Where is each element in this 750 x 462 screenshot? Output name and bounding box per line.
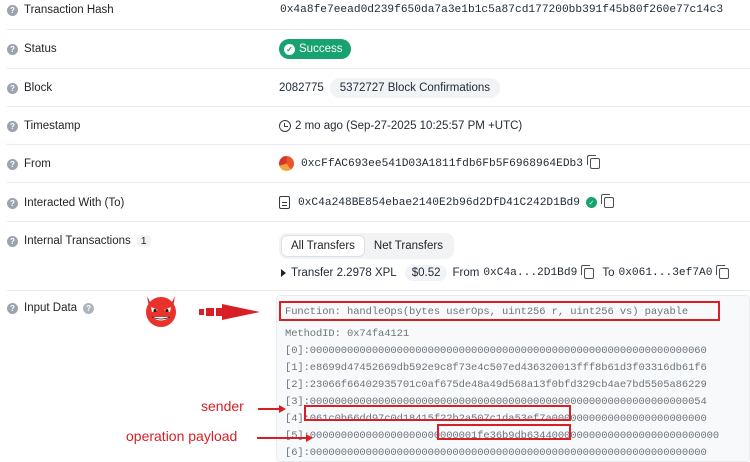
divider <box>7 221 750 222</box>
divider <box>7 106 750 107</box>
devil-emoji-icon <box>146 296 176 327</box>
transfer-from-link[interactable]: 0xC4a...2D1Bd9 <box>483 267 577 279</box>
help-icon[interactable]: ? <box>7 235 18 247</box>
divider <box>7 290 750 291</box>
transfer-to-link[interactable]: 0x061...3ef7A0 <box>618 267 712 279</box>
usd-value-badge: $0.52 <box>404 265 448 281</box>
copy-icon[interactable] <box>716 264 730 279</box>
label-timestamp: ? Timestamp <box>7 120 80 132</box>
timestamp-value: 2 mo ago (Sep-27-2025 10:25:57 PM +UTC) <box>279 120 522 132</box>
annotation-arrow <box>258 408 280 410</box>
tab-net-transfers[interactable]: Net Transfers <box>365 235 452 257</box>
help-icon[interactable]: ? <box>7 43 18 55</box>
annotation-arrow-head <box>279 404 286 413</box>
internal-tabs: All Transfers Net Transfers <box>279 233 454 259</box>
annotation-arrow <box>257 437 307 439</box>
help-icon[interactable]: ? <box>7 158 18 170</box>
param-line: [1]:e8699d47452669db592e9c8f73e4c507ed43… <box>285 362 707 374</box>
from-address-link[interactable]: 0xcFfAC693ee541D03A1811fdb6Fb5F6968964ED… <box>301 158 583 170</box>
help-icon[interactable]: ? <box>83 302 95 314</box>
copy-icon[interactable] <box>600 194 614 208</box>
from-value: 0xcFfAC693ee541D03A1811fdb6Fb5F6968964ED… <box>279 155 600 171</box>
copy-icon[interactable] <box>581 264 595 279</box>
help-icon[interactable]: ? <box>7 197 18 209</box>
status-value: ✓ Success <box>279 39 352 59</box>
label-status: ? Status <box>7 43 57 55</box>
address-avatar-icon <box>279 156 294 171</box>
function-highlight-box <box>279 301 720 321</box>
param-line: [2]:23066f66402935701c0af675de48a49d568a… <box>285 379 707 391</box>
divider <box>7 182 750 183</box>
clock-icon <box>279 120 291 132</box>
red-arrow-icon <box>199 304 260 320</box>
annotation-arrow-head <box>306 433 313 442</box>
block-number-link[interactable]: 2082775 <box>279 82 324 94</box>
label-from: ? From <box>7 158 51 170</box>
help-icon[interactable]: ? <box>7 82 18 94</box>
label-transaction-hash: ? Transaction Hash <box>7 4 114 16</box>
sender-highlight-box <box>304 405 571 421</box>
help-icon[interactable]: ? <box>7 120 18 132</box>
status-badge: ✓ Success <box>279 39 352 59</box>
check-circle-icon: ✓ <box>284 43 295 55</box>
payload-highlight-box <box>437 424 571 440</box>
contract-icon <box>279 196 290 209</box>
transfer-row: Transfer 2.2978 XPL $0.52 From 0xC4a...2… <box>281 264 730 281</box>
tab-all-transfers[interactable]: All Transfers <box>281 235 365 257</box>
divider <box>7 29 750 30</box>
divider <box>7 144 750 145</box>
param-line: [6]:000000000000000000000000000000000000… <box>285 447 707 459</box>
block-confirmations-badge: 5372727 Block Confirmations <box>329 78 501 98</box>
label-interacted-with: ? Interacted With (To) <box>7 197 124 209</box>
to-address-link[interactable]: 0xC4a248BE854ebae2140E2b96d2DfD41C242D1B… <box>298 197 580 209</box>
method-id-line: MethodID: 0x74fa4121 <box>285 328 410 340</box>
label-block: ? Block <box>7 82 52 94</box>
param-line: [0]:000000000000000000000000000000000000… <box>285 345 707 357</box>
internal-count-badge: 1 <box>136 235 151 247</box>
transaction-hash-value: 0x4a8fe7eead0d239f650da7a3e1b1c5a87cd177… <box>280 4 724 16</box>
help-icon[interactable]: ? <box>7 302 18 314</box>
verified-icon: ✓ <box>585 197 597 208</box>
label-input-data: ? Input Data ? <box>7 302 95 314</box>
copy-icon[interactable] <box>586 155 600 169</box>
expand-caret-icon[interactable] <box>281 269 286 277</box>
help-icon[interactable]: ? <box>7 4 18 16</box>
annotation-sender: sender <box>201 398 244 414</box>
divider <box>7 68 750 69</box>
label-internal-transactions: ? Internal Transactions 1 <box>7 235 151 247</box>
interacted-with-value: 0xC4a248BE854ebae2140E2b96d2DfD41C242D1B… <box>279 194 614 209</box>
block-value: 2082775 5372727 Block Confirmations <box>279 78 501 98</box>
annotation-operation-payload: operation payload <box>126 428 238 444</box>
